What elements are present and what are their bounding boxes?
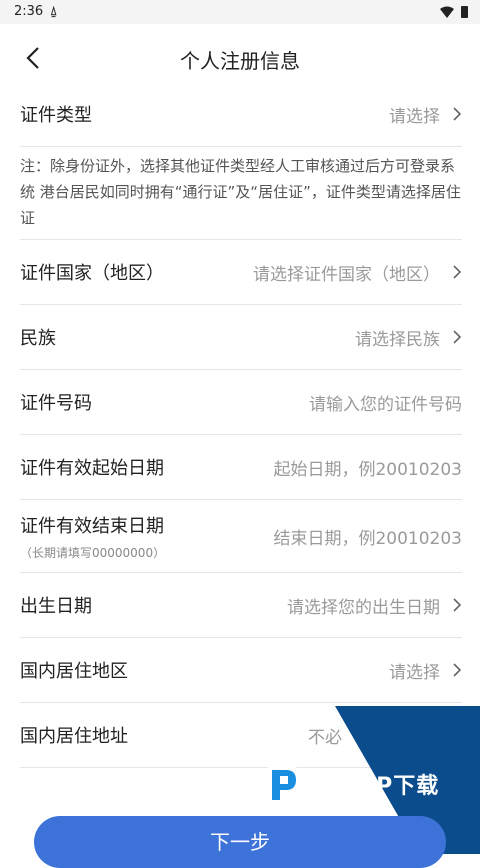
valid-end-hint: （长期请填写00000000） (20, 545, 166, 560)
cert-number-row: 证件号码 请输入您的证件号码 (20, 370, 462, 435)
residence-region-select[interactable]: 请选择 (389, 658, 462, 683)
chevron-right-icon (453, 107, 462, 121)
valid-start-input[interactable]: 起始日期，例20010203 (273, 455, 462, 480)
chevron-right-icon (453, 265, 462, 279)
cert-type-select[interactable]: 请选择 (389, 102, 462, 127)
residence-region-value: 请选择 (389, 662, 440, 683)
chevron-right-icon (453, 663, 462, 677)
ethnicity-select[interactable]: 请选择民族 (355, 325, 462, 350)
valid-end-label: 证件有效结束日期 (20, 515, 164, 537)
page-title: 个人注册信息 (180, 49, 300, 73)
cert-type-label: 证件类型 (20, 105, 92, 126)
birth-date-row[interactable]: 出生日期 请选择您的出生日期 (20, 573, 462, 638)
birth-date-select[interactable]: 请选择您的出生日期 (287, 593, 462, 618)
battery-icon (461, 6, 468, 18)
ethnicity-value: 请选择民族 (355, 329, 440, 350)
ethnicity-label: 民族 (20, 328, 56, 349)
valid-start-label: 证件有效起始日期 (20, 458, 164, 479)
valid-start-row: 证件有效起始日期 起始日期，例20010203 (20, 435, 462, 500)
residence-region-row[interactable]: 国内居住地区 请选择 (20, 638, 462, 703)
sim-icon: ⍙ (50, 4, 58, 18)
next-step-button[interactable]: 下一步 (34, 816, 446, 868)
birth-date-label: 出生日期 (20, 596, 92, 617)
title-bar: 个人注册信息 (0, 24, 480, 90)
cert-type-row[interactable]: 证件类型 请选择 (20, 82, 462, 147)
cert-country-select[interactable]: 请选择证件国家（地区） (253, 260, 462, 285)
cert-country-row[interactable]: 证件国家（地区） 请选择证件国家（地区） (20, 240, 462, 305)
valid-end-label-group: 证件有效结束日期 （长期请填写00000000） (20, 512, 165, 561)
residence-address-input[interactable]: 不必 (308, 723, 342, 748)
residence-address-label: 国内居住地址 (20, 726, 128, 747)
cert-type-value: 请选择 (389, 106, 440, 127)
valid-end-row: 证件有效结束日期 （长期请填写00000000） 结束日期，例20010203 (20, 500, 462, 573)
birth-date-value: 请选择您的出生日期 (287, 597, 440, 618)
residence-region-label: 国内居住地区 (20, 661, 128, 682)
cert-country-value: 请选择证件国家（地区） (253, 264, 440, 285)
chevron-right-icon (453, 330, 462, 344)
cert-number-label: 证件号码 (20, 393, 92, 414)
wifi-icon (440, 6, 454, 18)
valid-end-input[interactable]: 结束日期，例20010203 (273, 524, 462, 549)
residence-address-row: 国内居住地址 不必 (20, 703, 462, 768)
registration-form: 证件类型 请选择 注：除身份证外，选择其他证件类型经人工审核通过后方可登录系统 … (20, 82, 462, 768)
status-bar: 2:36 ⍙ (0, 0, 480, 24)
pcpop-logo-icon (260, 762, 304, 806)
chevron-right-icon (453, 598, 462, 612)
cert-country-label: 证件国家（地区） (20, 263, 164, 284)
ethnicity-row[interactable]: 民族 请选择民族 (20, 305, 462, 370)
cert-number-input[interactable]: 请输入您的证件号码 (309, 390, 462, 415)
status-time: 2:36 (14, 4, 44, 19)
watermark-sub: PCPOP Download (307, 795, 376, 804)
cert-type-note: 注：除身份证外，选择其他证件类型经人工审核通过后方可登录系统 港台居民如同时拥有… (20, 147, 462, 240)
